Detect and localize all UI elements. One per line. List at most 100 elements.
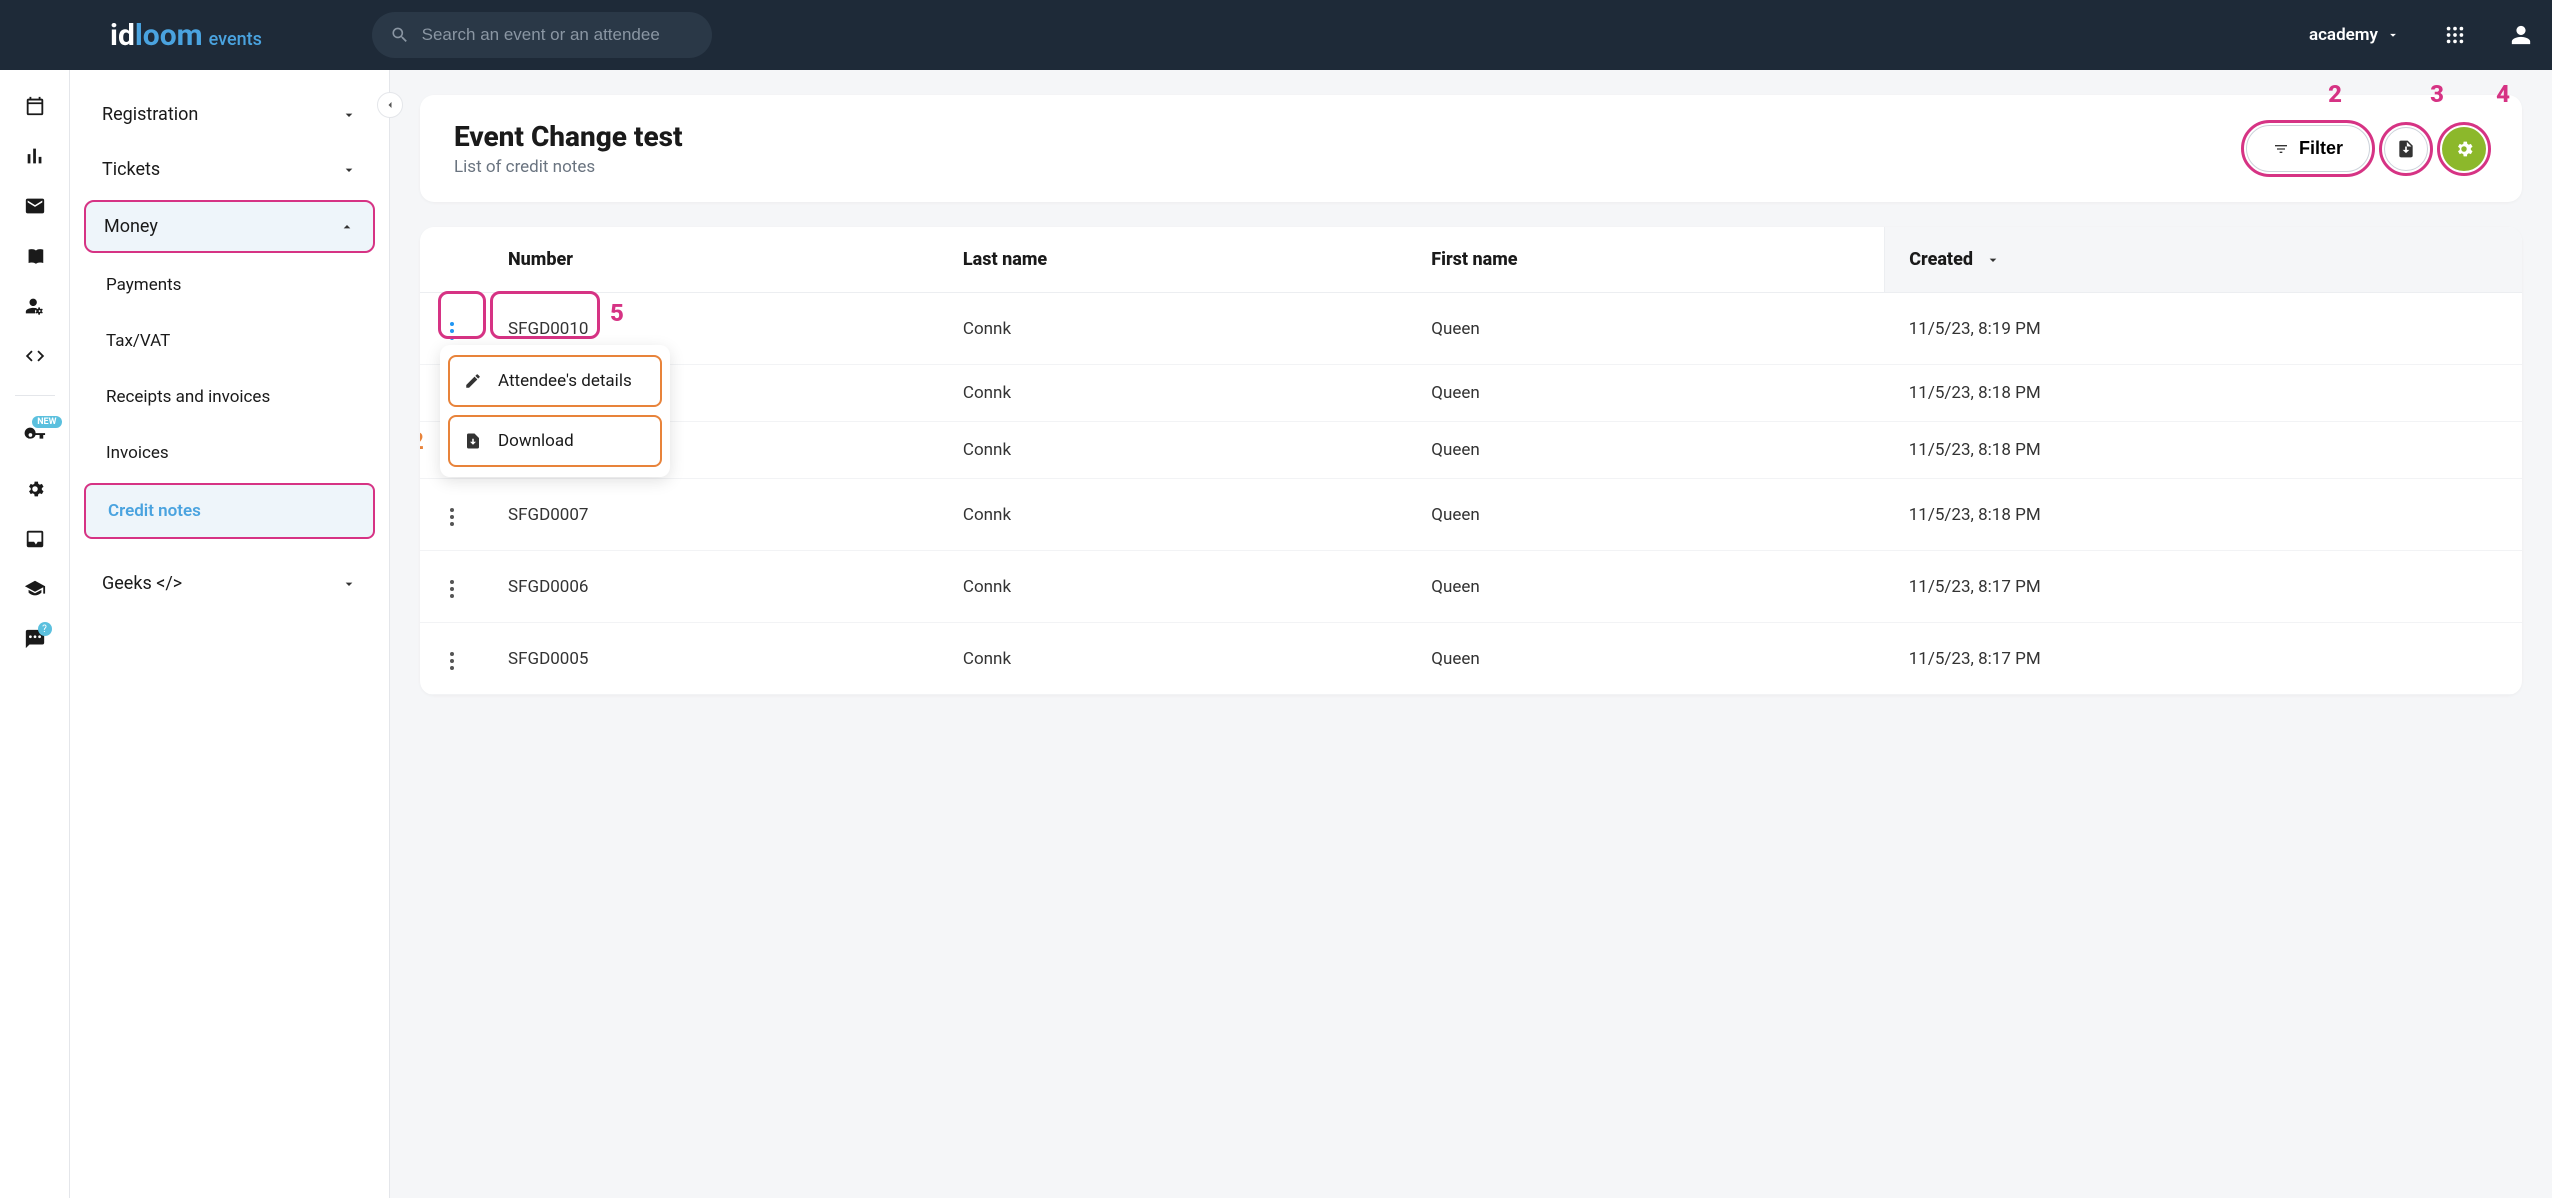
cell-firstname: Queen: [1407, 422, 1884, 479]
table-row[interactable]: SFGD0010 Connk Queen 11/5/23, 8:19 PM: [420, 293, 2522, 365]
table-row[interactable]: Connk Queen 11/5/23, 8:18 PM: [420, 365, 2522, 422]
page-title: Event Change test: [454, 120, 683, 153]
cell-lastname: Connk: [939, 365, 1407, 422]
nav-label: Money: [104, 216, 158, 237]
calendar-icon[interactable]: [24, 95, 46, 117]
annotation-d2: 2: [420, 427, 424, 455]
gear-icon: [2453, 138, 2475, 160]
row-actions-button[interactable]: [444, 646, 460, 676]
chevron-up-icon: [339, 219, 355, 235]
page-subtitle: List of credit notes: [454, 157, 683, 177]
row-actions-button[interactable]: [444, 502, 460, 532]
cell-lastname: Connk: [939, 422, 1407, 479]
caret-down-icon: [2386, 28, 2400, 42]
account-label: academy: [2309, 25, 2378, 45]
inbox-icon[interactable]: [24, 528, 46, 550]
table-row[interactable]: SFGD0006 Connk Queen 11/5/23, 8:17 PM: [420, 551, 2522, 623]
logo-id: id: [110, 18, 135, 53]
sidenav-item-money[interactable]: Money: [84, 200, 375, 253]
sidenav-item-tickets[interactable]: Tickets: [84, 145, 375, 194]
code-icon[interactable]: [24, 345, 46, 367]
dropdown-attendee-details[interactable]: Attendee's details: [448, 355, 662, 407]
table-card: Number Last name First name Created SFGD…: [420, 227, 2522, 695]
annotation-3: 3: [2430, 80, 2444, 108]
row-actions-button[interactable]: [444, 316, 460, 346]
credit-notes-table: Number Last name First name Created SFGD…: [420, 227, 2522, 695]
column-created-label: Created: [1909, 249, 1973, 270]
logo-loom: loom: [135, 18, 203, 53]
sidenav-item-registration[interactable]: Registration: [84, 90, 375, 139]
annotation-highlight-gear: [2440, 125, 2488, 173]
column-actions: [420, 227, 484, 293]
sidenav-sub-payments[interactable]: Payments: [84, 259, 375, 311]
topbar: idloom events academy: [0, 0, 2552, 70]
cell-firstname: Queen: [1407, 551, 1884, 623]
search-icon: [390, 24, 410, 46]
cell-created: 11/5/23, 8:18 PM: [1885, 365, 2522, 422]
search-input[interactable]: [422, 25, 694, 45]
sidenav-sub-receipts[interactable]: Receipts and invoices: [84, 371, 375, 423]
pencil-icon: [464, 372, 482, 390]
column-created[interactable]: Created: [1885, 227, 2522, 293]
search-bar[interactable]: [372, 12, 712, 58]
user-cog-icon[interactable]: [24, 295, 46, 317]
cell-firstname: Queen: [1407, 623, 1884, 695]
graduation-icon[interactable]: [24, 578, 46, 600]
key-icon-wrap[interactable]: NEW: [24, 424, 46, 450]
chevron-down-icon: [1985, 252, 2001, 268]
account-menu[interactable]: academy: [2309, 25, 2400, 45]
logo[interactable]: idloom events: [110, 18, 262, 53]
table-row[interactable]: Connk Queen 11/5/23, 8:18 PM: [420, 422, 2522, 479]
chevron-down-icon: [341, 576, 357, 592]
download-button[interactable]: [2384, 127, 2428, 171]
iconrail: NEW ?: [0, 70, 70, 1198]
cell-lastname: Connk: [939, 293, 1407, 365]
chat-icon-wrap[interactable]: ?: [24, 628, 46, 654]
settings-button[interactable]: [2442, 127, 2486, 171]
table-row[interactable]: SFGD0007 Connk Queen 11/5/23, 8:18 PM: [420, 479, 2522, 551]
dropdown-label: Attendee's details: [498, 371, 632, 391]
annotation-2: 2: [2328, 80, 2342, 108]
annotation-highlight-download: [2382, 125, 2430, 173]
table-row[interactable]: SFGD0005 Connk Queen 11/5/23, 8:17 PM: [420, 623, 2522, 695]
cell-firstname: Queen: [1407, 479, 1884, 551]
book-icon[interactable]: [24, 245, 46, 267]
dropdown-download[interactable]: Download: [448, 415, 662, 467]
annotation-5: 5: [610, 299, 624, 327]
nav-label: Registration: [102, 104, 198, 125]
cell-firstname: Queen: [1407, 293, 1884, 365]
chart-icon[interactable]: [24, 145, 46, 167]
filter-button[interactable]: Filter: [2246, 125, 2370, 172]
header-card: Event Change test List of credit notes F…: [420, 95, 2522, 202]
sidenav-sub-credit-notes[interactable]: Credit notes: [84, 483, 375, 539]
cell-lastname: Connk: [939, 551, 1407, 623]
cell-created: 11/5/23, 8:18 PM: [1885, 422, 2522, 479]
apps-grid-icon[interactable]: [2444, 24, 2466, 46]
sidenav-item-geeks[interactable]: Geeks </>: [84, 559, 375, 608]
sidenav-sub-taxvat[interactable]: Tax/VAT: [84, 315, 375, 367]
annotation-4: 4: [2496, 80, 2510, 108]
cell-created: 11/5/23, 8:17 PM: [1885, 623, 2522, 695]
cell-lastname: Connk: [939, 623, 1407, 695]
gear-icon[interactable]: [24, 478, 46, 500]
nav-label: Geeks </>: [102, 573, 182, 594]
mail-icon[interactable]: [24, 195, 46, 217]
cell-number: SFGD0005: [484, 623, 939, 695]
column-number[interactable]: Number: [484, 227, 939, 293]
sidenav: Registration Tickets Money Payments Tax/…: [70, 70, 390, 1198]
annotation-d1: 1: [420, 361, 424, 389]
row-actions-dropdown: Attendee's details Download: [440, 345, 670, 477]
logo-events: events: [209, 29, 262, 50]
cell-firstname: Queen: [1407, 365, 1884, 422]
row-actions-button[interactable]: [444, 574, 460, 604]
column-firstname[interactable]: First name: [1407, 227, 1884, 293]
cell-number: SFGD0007: [484, 479, 939, 551]
cell-created: 11/5/23, 8:18 PM: [1885, 479, 2522, 551]
sidenav-sub-invoices[interactable]: Invoices: [84, 427, 375, 479]
column-lastname[interactable]: Last name: [939, 227, 1407, 293]
profile-icon[interactable]: [2510, 24, 2532, 46]
cell-lastname: Connk: [939, 479, 1407, 551]
new-badge: NEW: [32, 416, 61, 428]
cell-number: SFGD0006: [484, 551, 939, 623]
download-file-icon: [2396, 139, 2416, 159]
